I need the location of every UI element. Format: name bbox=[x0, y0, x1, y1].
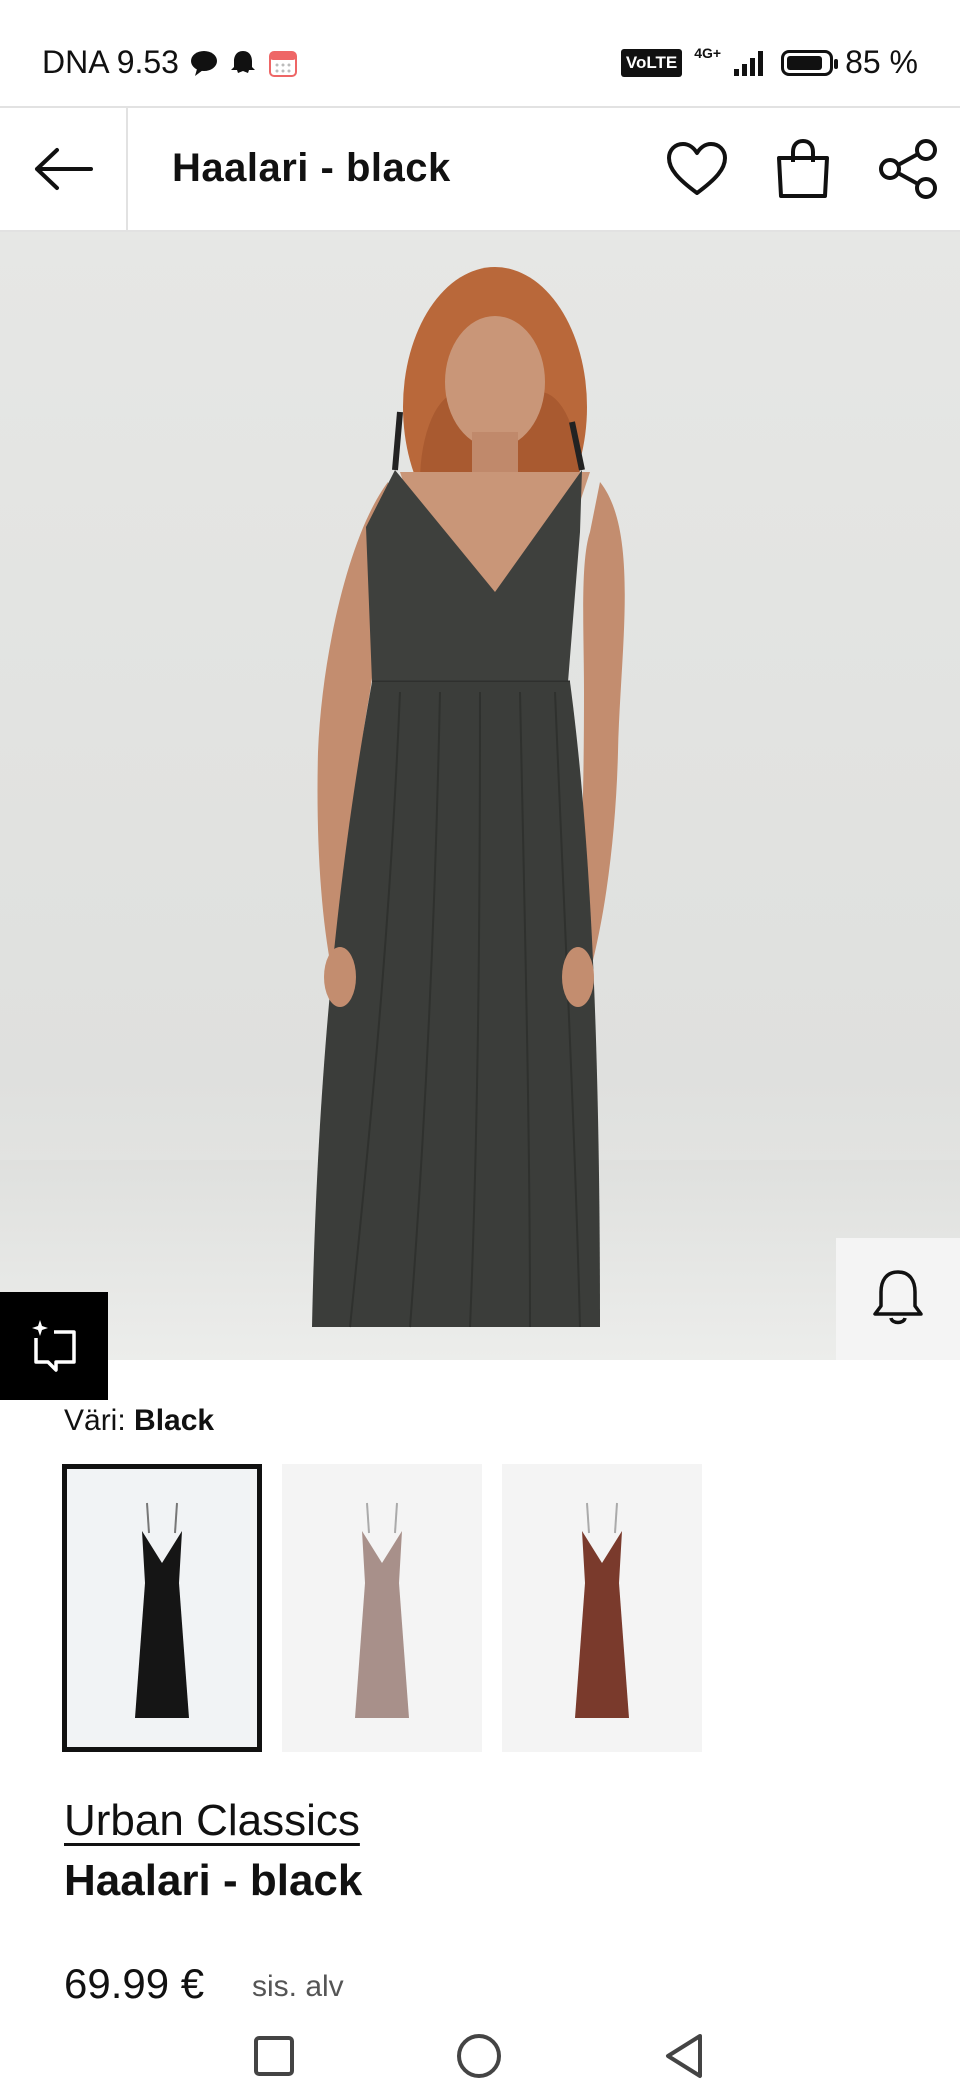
recents-button[interactable] bbox=[244, 2026, 304, 2086]
volte-badge: VoLTE bbox=[620, 48, 683, 77]
color-value: Black bbox=[134, 1404, 215, 1437]
cart-button[interactable] bbox=[768, 134, 838, 204]
model-figure bbox=[312, 267, 625, 1328]
battery-percent: 85 % bbox=[845, 44, 918, 80]
status-left: DNA 9.53 bbox=[42, 44, 299, 81]
triangle-back-icon bbox=[666, 2034, 702, 2078]
sparkle-chat-icon bbox=[32, 1320, 76, 1372]
bell-icon bbox=[873, 1270, 923, 1325]
top-bar: Haalari - black bbox=[0, 108, 960, 232]
swatch-taupe-image bbox=[355, 1502, 409, 1718]
notify-button[interactable] bbox=[836, 1238, 960, 1360]
status-right: VoLTE 4G+ 85 % bbox=[620, 44, 918, 81]
arrow-left-icon bbox=[35, 148, 93, 190]
swatch-taupe[interactable] bbox=[282, 1464, 482, 1752]
page-title: Haalari - black bbox=[172, 146, 451, 190]
swatch-black-image bbox=[135, 1502, 189, 1718]
system-nav-bar bbox=[0, 2010, 960, 2100]
brand-link[interactable]: Urban Classics bbox=[64, 1796, 360, 1846]
ai-assistant-button[interactable] bbox=[0, 1292, 108, 1400]
price: 69.99 € bbox=[64, 1960, 205, 2007]
square-icon bbox=[254, 2036, 294, 2076]
swatch-rust[interactable] bbox=[502, 1464, 702, 1752]
ghost-icon bbox=[230, 50, 255, 73]
swatch-rust-image bbox=[575, 1502, 629, 1718]
chat-bubble-icon bbox=[190, 50, 217, 76]
home-button[interactable] bbox=[449, 2026, 509, 2086]
share-icon bbox=[879, 139, 937, 199]
color-swatches bbox=[62, 1464, 702, 1752]
wishlist-button[interactable] bbox=[662, 134, 732, 204]
calendar-icon bbox=[268, 50, 297, 77]
color-label-prefix: Väri: bbox=[64, 1404, 126, 1437]
battery-icon bbox=[781, 49, 839, 76]
shopping-bag-icon bbox=[777, 138, 829, 198]
signal-icon bbox=[734, 50, 764, 76]
heart-icon bbox=[667, 142, 727, 195]
swatch-black[interactable] bbox=[62, 1464, 262, 1752]
share-button[interactable] bbox=[874, 134, 944, 204]
back-button[interactable] bbox=[0, 108, 128, 230]
color-label: Väri: Black bbox=[64, 1404, 214, 1438]
circle-icon bbox=[457, 2034, 501, 2078]
status-bar: DNA 9.53 VoLTE 4G+ 85 % bbox=[0, 0, 960, 108]
system-back-button[interactable] bbox=[654, 2026, 714, 2086]
carrier-time: DNA 9.53 bbox=[42, 44, 179, 80]
product-name: Haalari - black bbox=[64, 1856, 363, 1905]
signal-label: 4G+ bbox=[694, 44, 722, 61]
vat-note: sis. alv bbox=[252, 1970, 344, 2003]
product-image[interactable] bbox=[0, 232, 960, 1360]
